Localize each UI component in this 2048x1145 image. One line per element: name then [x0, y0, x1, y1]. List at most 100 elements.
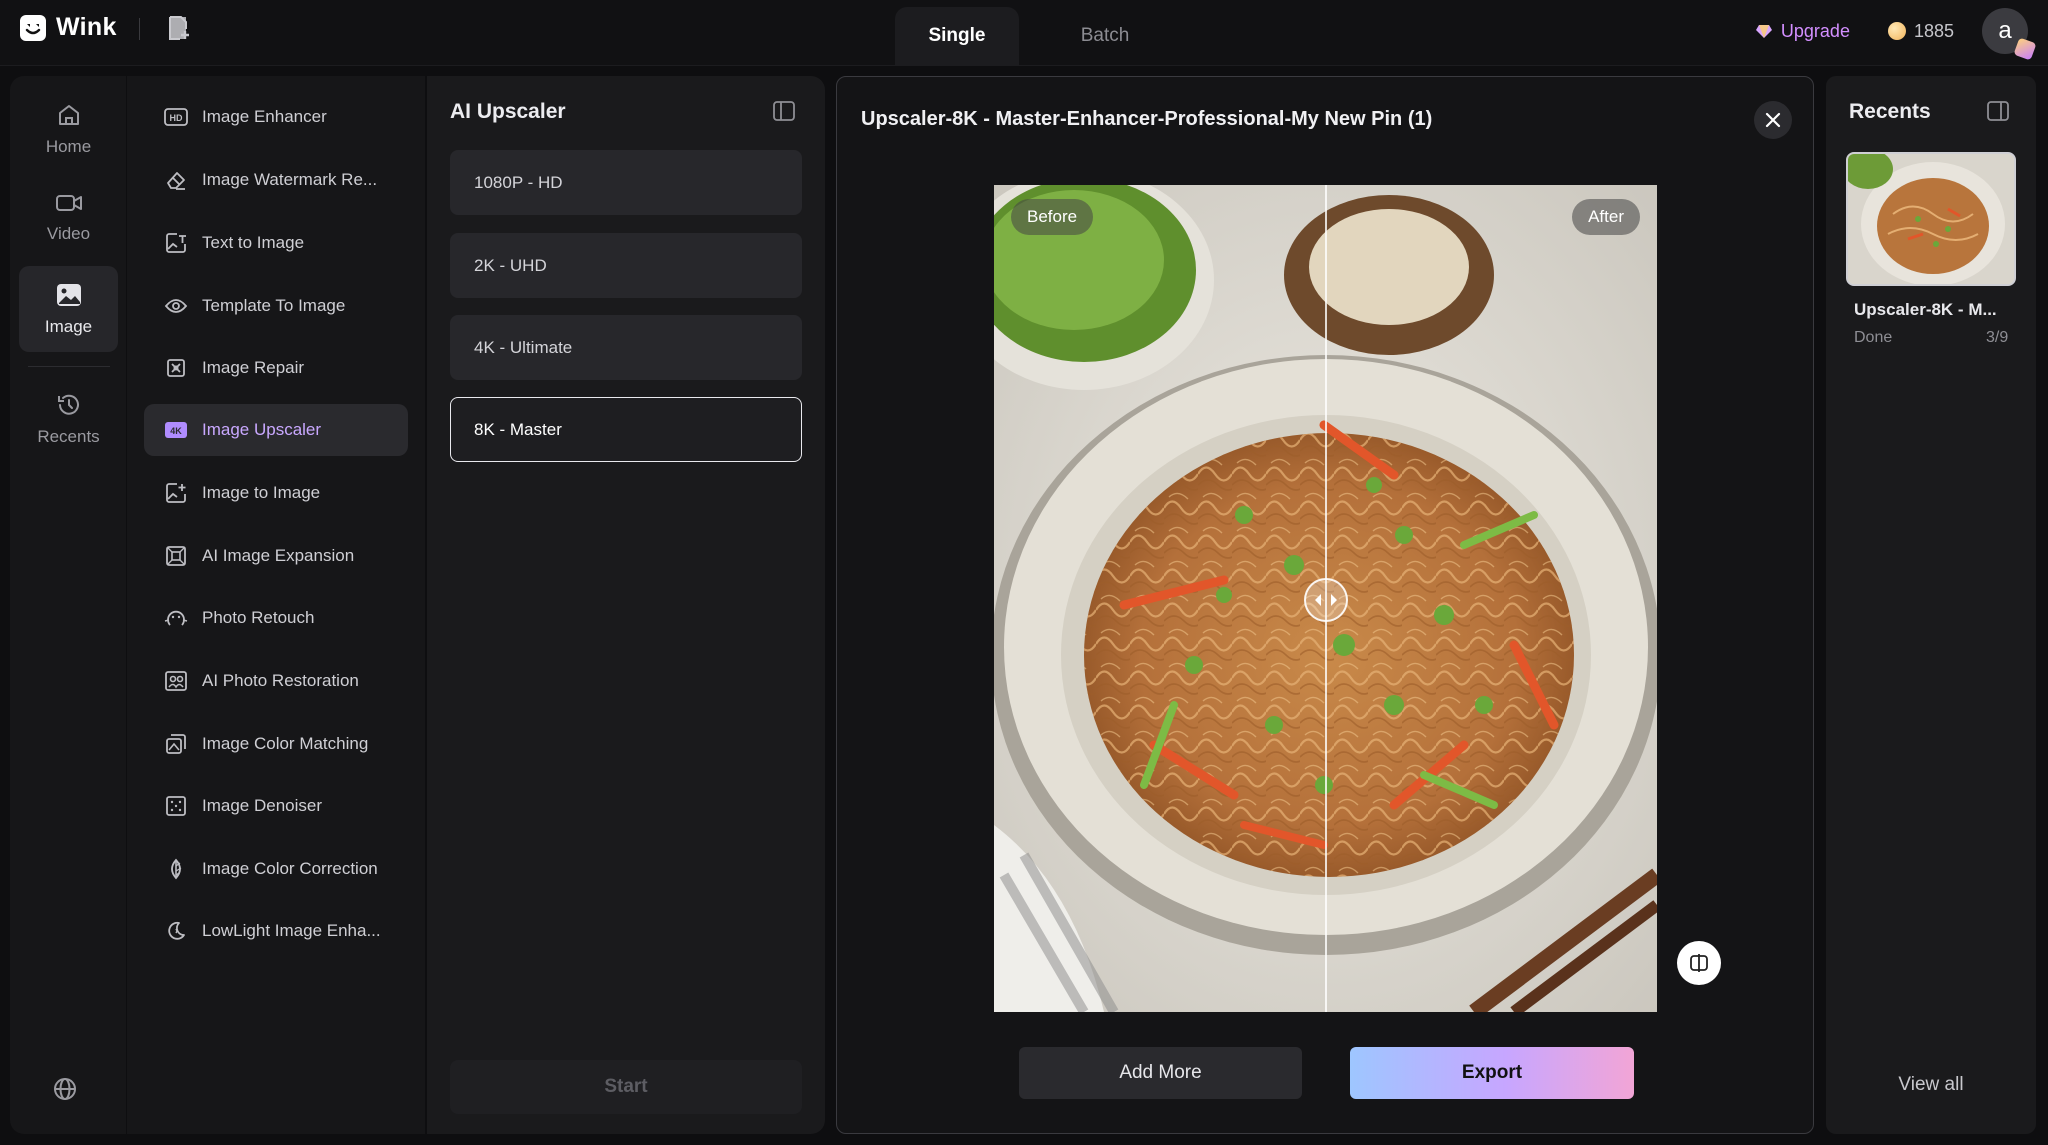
nav-image-label: Image — [44, 316, 93, 336]
svg-text:HD: HD — [170, 113, 183, 123]
home-icon — [58, 104, 79, 125]
compare-icon — [1690, 954, 1708, 972]
history-icon — [57, 394, 79, 415]
collapse-panel-icon[interactable] — [772, 100, 796, 122]
tool-image-denoiser[interactable]: Image Denoiser — [144, 780, 408, 832]
nav-home-label: Home — [45, 136, 92, 156]
tool-label: Photo Retouch — [202, 608, 315, 627]
upgrade-gem-icon — [1755, 25, 1772, 38]
tool-photo-retouch[interactable]: Photo Retouch — [144, 592, 408, 644]
nav-recents[interactable]: Recents — [19, 376, 118, 462]
add-more-button[interactable]: Add More — [1019, 1047, 1302, 1099]
top-right-controls: Upgrade 1885 a — [1755, 8, 2037, 61]
avatar[interactable]: a — [1982, 8, 2037, 61]
lowlight-icon — [164, 919, 188, 943]
tool-label: Image Color Correction — [202, 859, 378, 878]
recent-item-name: Upscaler-8K - M... — [1854, 300, 1997, 319]
tool-lowlight-enhancer[interactable]: LowLight Image Enha... — [144, 905, 408, 957]
tool-label: AI Photo Restoration — [202, 671, 359, 690]
tool-image-upscaler[interactable]: 4K Image Upscaler — [144, 404, 408, 456]
upscaler-options-panel: AI Upscaler 1080P - HD 2K - UHD 4K - Ult… — [427, 76, 825, 1134]
tool-template-to-image[interactable]: Template To Image — [144, 280, 408, 332]
tool-ai-image-expansion[interactable]: AI Image Expansion — [144, 530, 408, 582]
panel-title: AI Upscaler — [450, 100, 566, 123]
svg-text:4K: 4K — [170, 426, 182, 436]
option-2k-uhd[interactable]: 2K - UHD — [450, 233, 802, 298]
vip-badge-icon — [2013, 37, 2037, 61]
before-after-image[interactable]: Before After — [994, 185, 1657, 1012]
nav-image[interactable]: Image — [19, 266, 118, 352]
export-button[interactable]: Export — [1350, 1047, 1634, 1099]
tool-label: Image Enhancer — [202, 107, 327, 126]
tool-image-color-correction[interactable]: Image Color Correction — [144, 843, 408, 895]
tool-label: Image Upscaler — [202, 420, 322, 439]
template-icon — [164, 294, 188, 318]
globe-icon[interactable] — [52, 1076, 78, 1102]
tool-label: Image Denoiser — [202, 796, 323, 815]
color-correction-icon — [164, 857, 188, 881]
tool-label: LowLight Image Enha... — [202, 921, 381, 940]
tool-label: Template To Image — [202, 296, 346, 315]
image-icon — [56, 283, 81, 306]
recents-panel: Recents Upscaler-8K - M... Done 3/9 View… — [1826, 76, 2036, 1134]
upgrade-button[interactable]: Upgrade — [1755, 21, 1850, 42]
start-button[interactable]: Start — [450, 1060, 802, 1114]
tool-list: HD Image Enhancer Image Watermark Re... … — [127, 76, 425, 1134]
tool-label: Image Watermark Re... — [202, 170, 378, 189]
wink-logo-icon — [20, 14, 46, 41]
close-icon — [1765, 112, 1781, 128]
recent-item-count: 3/9 — [1986, 329, 2009, 346]
option-1080p-hd[interactable]: 1080P - HD — [450, 150, 802, 215]
upgrade-label: Upgrade — [1780, 20, 1850, 41]
nav-recents-label: Recents — [37, 426, 100, 446]
before-label: Before — [1011, 199, 1094, 235]
collapse-panel-icon[interactable] — [1986, 100, 2010, 122]
expand-icon — [164, 544, 188, 568]
preview-panel: Upscaler-8K - Master-Enhancer-Profession… — [836, 76, 1814, 1134]
recent-item-status: Done — [1854, 329, 1893, 346]
tool-text-to-image[interactable]: Text to Image — [144, 217, 408, 269]
compare-toggle-button[interactable] — [1677, 941, 1721, 985]
tool-ai-photo-restoration[interactable]: AI Photo Restoration — [144, 655, 408, 707]
text-image-icon — [164, 231, 188, 255]
after-label: After — [1572, 199, 1640, 235]
tool-watermark-remover[interactable]: Image Watermark Re... — [144, 154, 408, 206]
nav-video-label: Video — [46, 223, 91, 243]
left-nav: Home Video Image Recents — [10, 76, 126, 1134]
coin-icon — [1887, 22, 1906, 40]
restoration-icon — [164, 669, 188, 693]
color-match-icon — [164, 732, 188, 756]
tool-image-enhancer[interactable]: HD Image Enhancer — [144, 91, 408, 143]
nav-divider — [28, 366, 110, 367]
hd-icon: HD — [164, 105, 188, 129]
tool-image-to-image[interactable]: Image to Image — [144, 467, 408, 519]
tool-image-color-matching[interactable]: Image Color Matching — [144, 718, 408, 770]
nav-home[interactable]: Home — [19, 86, 118, 172]
recent-item-thumbnail[interactable] — [1846, 152, 2016, 286]
split-handle[interactable] — [1304, 578, 1348, 622]
tool-label: Text to Image — [202, 233, 305, 252]
app-name: Wink — [56, 13, 117, 41]
repair-icon — [164, 356, 188, 380]
retouch-icon — [164, 606, 188, 630]
tool-label: Image Repair — [202, 358, 305, 377]
image-to-image-icon — [164, 481, 188, 505]
new-document-icon[interactable] — [164, 13, 194, 43]
nav-video[interactable]: Video — [19, 174, 118, 260]
preview-title: Upscaler-8K - Master-Enhancer-Profession… — [861, 108, 1433, 130]
mode-tabs: Single Batch — [895, 7, 1167, 65]
tool-label: AI Image Expansion — [202, 546, 355, 565]
option-8k-master[interactable]: 8K - Master — [450, 397, 802, 462]
close-button[interactable] — [1754, 101, 1792, 139]
tool-label: Image to Image — [202, 483, 321, 502]
divider — [139, 18, 140, 40]
credits-counter[interactable]: 1885 — [1887, 21, 1954, 42]
app-logo[interactable]: Wink — [20, 13, 117, 42]
tool-image-repair[interactable]: Image Repair — [144, 342, 408, 394]
tab-batch[interactable]: Batch — [1043, 7, 1167, 65]
eraser-icon — [164, 168, 188, 192]
recents-title: Recents — [1849, 100, 1931, 123]
tab-single[interactable]: Single — [895, 7, 1019, 65]
view-all-link[interactable]: View all — [1826, 1074, 2036, 1096]
option-4k-ultimate[interactable]: 4K - Ultimate — [450, 315, 802, 380]
